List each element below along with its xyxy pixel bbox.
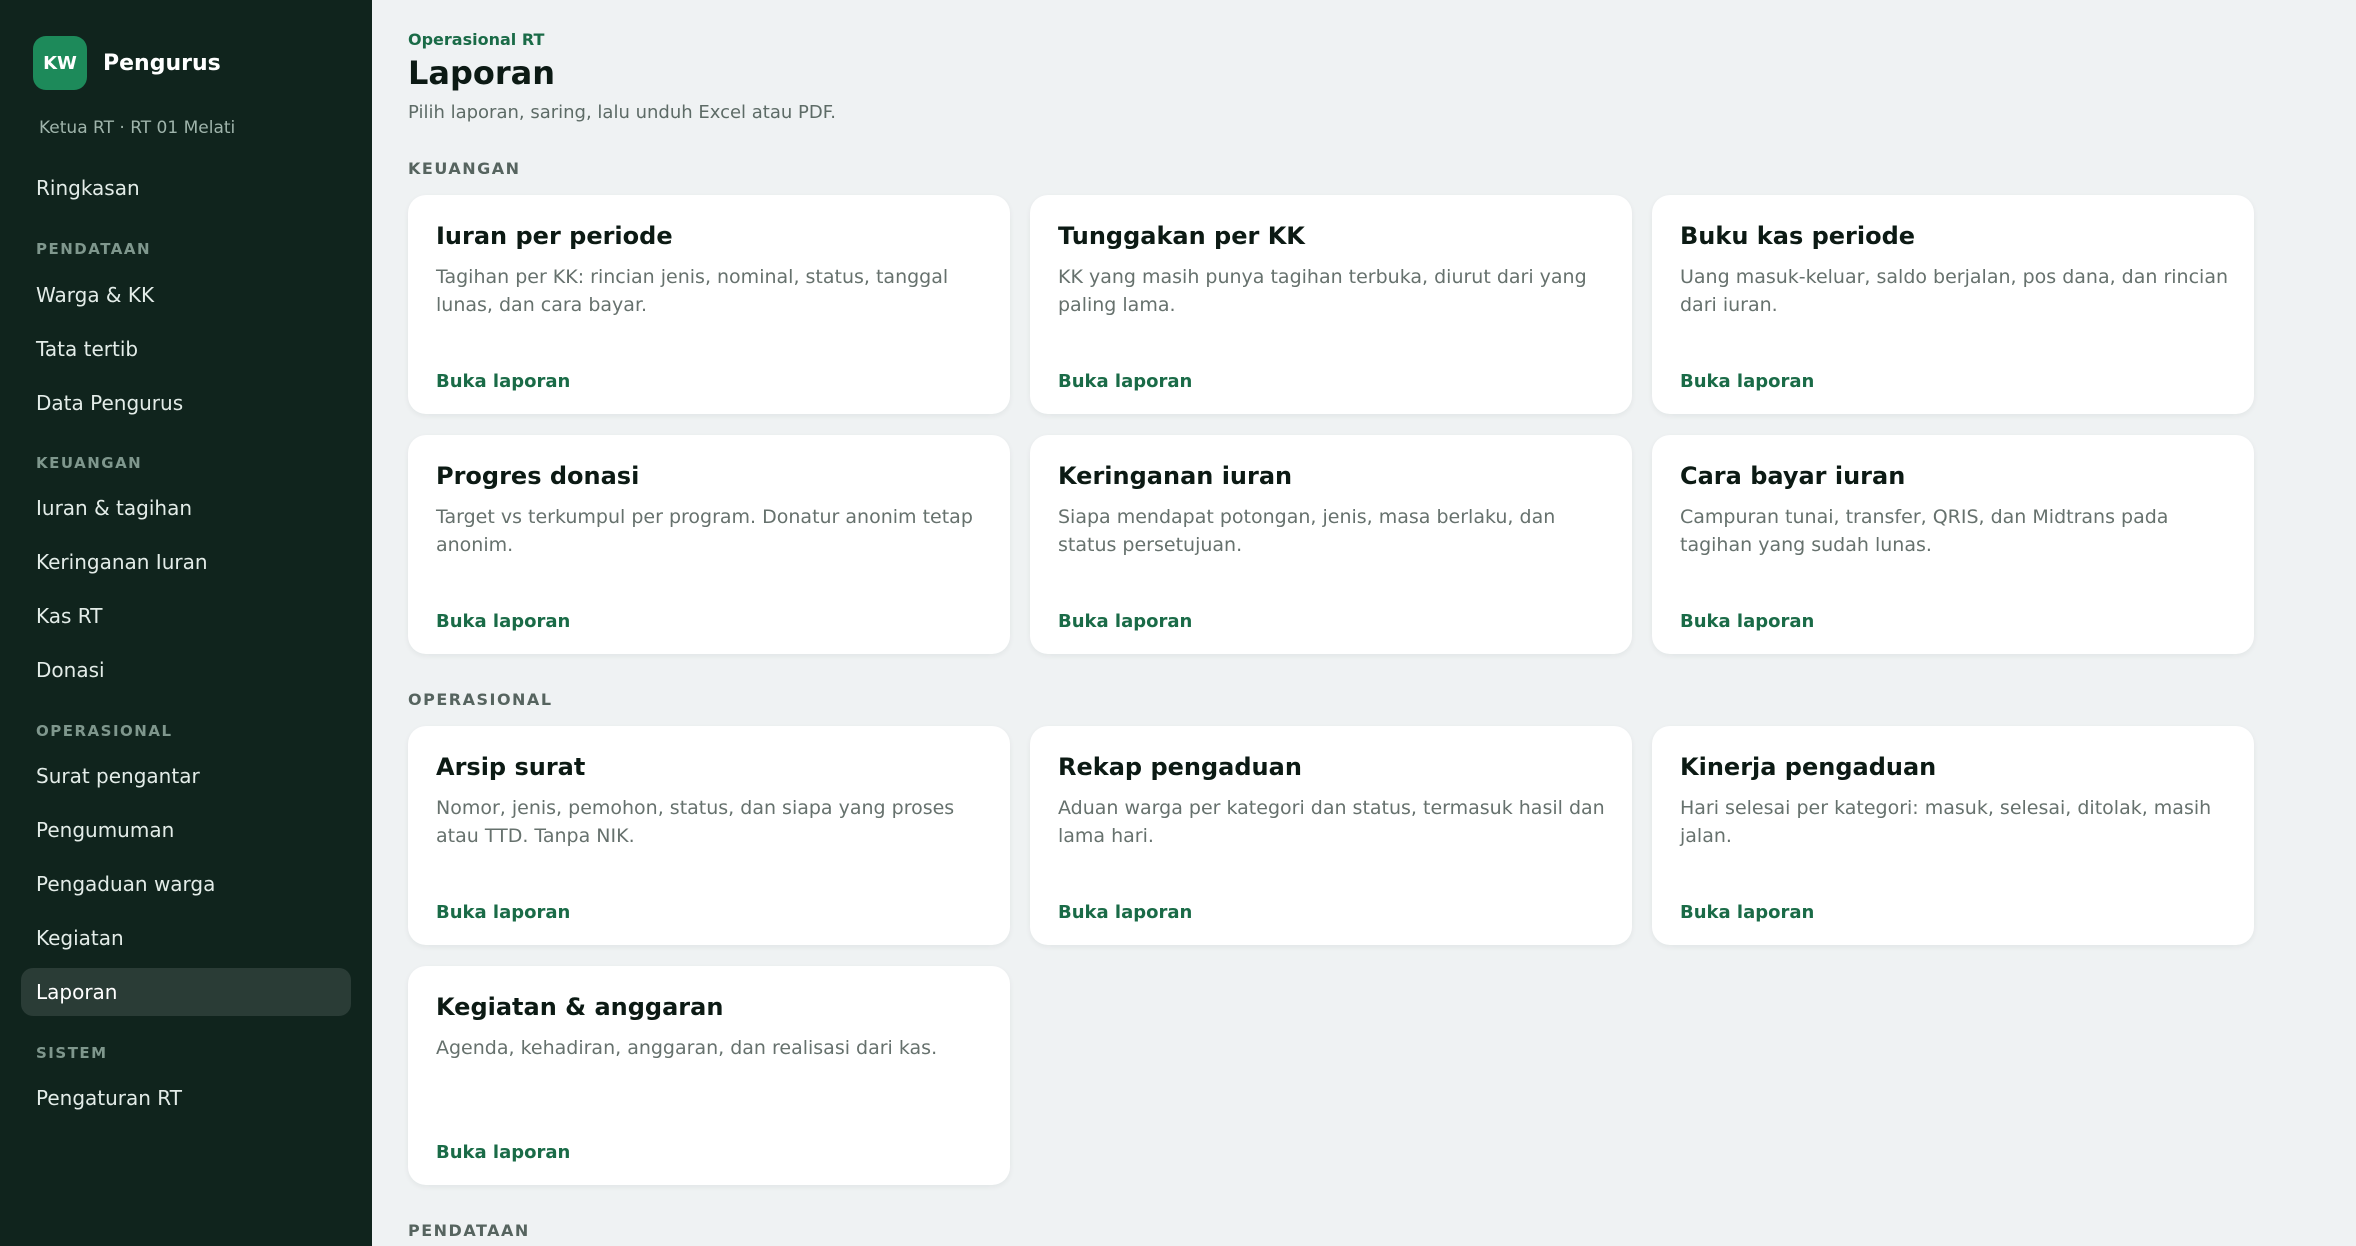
card-title: Kinerja pengaduan xyxy=(1680,753,1937,781)
sidebar-item-tata-tertib[interactable]: Tata tertib xyxy=(21,325,351,373)
open-report-link[interactable]: Buka laporan xyxy=(436,371,570,392)
avatar: KW xyxy=(33,36,87,90)
card-description: Nomor, jenis, pemohon, status, dan siapa… xyxy=(436,797,955,847)
sidebar-section-sistem: SISTEM xyxy=(36,1044,108,1062)
card-title: Rekap pengaduan xyxy=(1058,753,1302,781)
open-report-link[interactable]: Buka laporan xyxy=(1680,902,1814,923)
open-report-link[interactable]: Buka laporan xyxy=(1058,902,1192,923)
report-card-buku-kas-periode[interactable]: Buku kas periode Uang masuk-keluar, sald… xyxy=(1652,195,2254,414)
section-title-keuangan: KEUANGAN xyxy=(408,159,521,178)
open-report-link[interactable]: Buka laporan xyxy=(436,902,570,923)
report-card-iuran-per-periode[interactable]: Iuran per periode Tagihan per KK: rincia… xyxy=(408,195,1010,414)
card-title: Progres donasi xyxy=(436,462,640,490)
main-content: Operasional RT Laporan Pilih laporan, sa… xyxy=(372,0,2356,1246)
sidebar: KW Pengurus Ketua RT · RT 01 Melati Ring… xyxy=(0,0,372,1246)
sidebar-item-kegiatan[interactable]: Kegiatan xyxy=(21,914,351,962)
sidebar-item-keringanan-iuran[interactable]: Keringanan Iuran xyxy=(21,538,351,586)
brand-name: Pengurus xyxy=(103,50,221,76)
card-title: Cara bayar iuran xyxy=(1680,462,1906,490)
sidebar-item-kas-rt[interactable]: Kas RT xyxy=(21,592,351,640)
sidebar-item-pengaduan-warga[interactable]: Pengaduan warga xyxy=(21,860,351,908)
card-description: Uang masuk-keluar, saldo berjalan, pos d… xyxy=(1680,266,2229,316)
open-report-link[interactable]: Buka laporan xyxy=(1680,611,1814,632)
card-description: Aduan warga per kategori dan status, ter… xyxy=(1058,797,1605,847)
sidebar-item-donasi[interactable]: Donasi xyxy=(21,646,351,694)
sidebar-section-operasional: OPERASIONAL xyxy=(36,722,173,740)
sidebar-item-laporan[interactable]: Laporan xyxy=(21,968,351,1016)
card-title: Kegiatan & anggaran xyxy=(436,993,724,1021)
open-report-link[interactable]: Buka laporan xyxy=(1680,371,1814,392)
breadcrumb: Operasional RT xyxy=(408,30,545,49)
report-card-tunggakan-per-kk[interactable]: Tunggakan per KK KK yang masih punya tag… xyxy=(1030,195,1632,414)
card-description: Target vs terkumpul per program. Donatur… xyxy=(436,506,973,556)
report-card-keringanan-iuran[interactable]: Keringanan iuran Siapa mendapat potongan… xyxy=(1030,435,1632,654)
card-description: Campuran tunai, transfer, QRIS, dan Midt… xyxy=(1680,506,2169,556)
user-role: Ketua RT · RT 01 Melati xyxy=(39,118,236,138)
open-report-link[interactable]: Buka laporan xyxy=(1058,371,1192,392)
report-card-rekap-pengaduan[interactable]: Rekap pengaduan Aduan warga per kategori… xyxy=(1030,726,1632,945)
card-description: Siapa mendapat potongan, jenis, masa ber… xyxy=(1058,506,1556,556)
section-title-operasional: OPERASIONAL xyxy=(408,690,553,709)
open-report-link[interactable]: Buka laporan xyxy=(436,611,570,632)
report-card-progres-donasi[interactable]: Progres donasi Target vs terkumpul per p… xyxy=(408,435,1010,654)
sidebar-item-surat-pengantar[interactable]: Surat pengantar xyxy=(21,752,351,800)
report-card-cara-bayar-iuran[interactable]: Cara bayar iuran Campuran tunai, transfe… xyxy=(1652,435,2254,654)
open-report-link[interactable]: Buka laporan xyxy=(436,1142,570,1163)
sidebar-item-warga-kk[interactable]: Warga & KK xyxy=(21,271,351,319)
report-card-arsip-surat[interactable]: Arsip surat Nomor, jenis, pemohon, statu… xyxy=(408,726,1010,945)
sidebar-item-data-pengurus[interactable]: Data Pengurus xyxy=(21,379,351,427)
page-title: Laporan xyxy=(408,54,556,92)
card-title: Tunggakan per KK xyxy=(1058,222,1305,250)
card-title: Keringanan iuran xyxy=(1058,462,1293,490)
card-description: Hari selesai per kategori: masuk, selesa… xyxy=(1680,797,2212,847)
card-description: KK yang masih punya tagihan terbuka, diu… xyxy=(1058,266,1587,316)
sidebar-item-pengaturan-rt[interactable]: Pengaturan RT xyxy=(21,1074,351,1122)
page-subtitle: Pilih laporan, saring, lalu unduh Excel … xyxy=(408,102,836,123)
section-title-pendataan: PENDATAAN xyxy=(408,1221,530,1240)
sidebar-item-iuran-tagihan[interactable]: Iuran & tagihan xyxy=(21,484,351,532)
report-card-kinerja-pengaduan[interactable]: Kinerja pengaduan Hari selesai per kateg… xyxy=(1652,726,2254,945)
card-title: Buku kas periode xyxy=(1680,222,1916,250)
sidebar-item-ringkasan[interactable]: Ringkasan xyxy=(21,164,351,212)
card-description: Tagihan per KK: rincian jenis, nominal, … xyxy=(436,266,949,316)
sidebar-item-pengumuman[interactable]: Pengumuman xyxy=(21,806,351,854)
brand[interactable]: KW Pengurus xyxy=(33,36,221,90)
card-title: Arsip surat xyxy=(436,753,586,781)
report-card-kegiatan-anggaran[interactable]: Kegiatan & anggaran Agenda, kehadiran, a… xyxy=(408,966,1010,1185)
card-title: Iuran per periode xyxy=(436,222,673,250)
sidebar-section-keuangan: KEUANGAN xyxy=(36,454,143,472)
card-description: Agenda, kehadiran, anggaran, dan realisa… xyxy=(436,1037,938,1059)
sidebar-section-pendataan: PENDATAAN xyxy=(36,240,152,258)
open-report-link[interactable]: Buka laporan xyxy=(1058,611,1192,632)
